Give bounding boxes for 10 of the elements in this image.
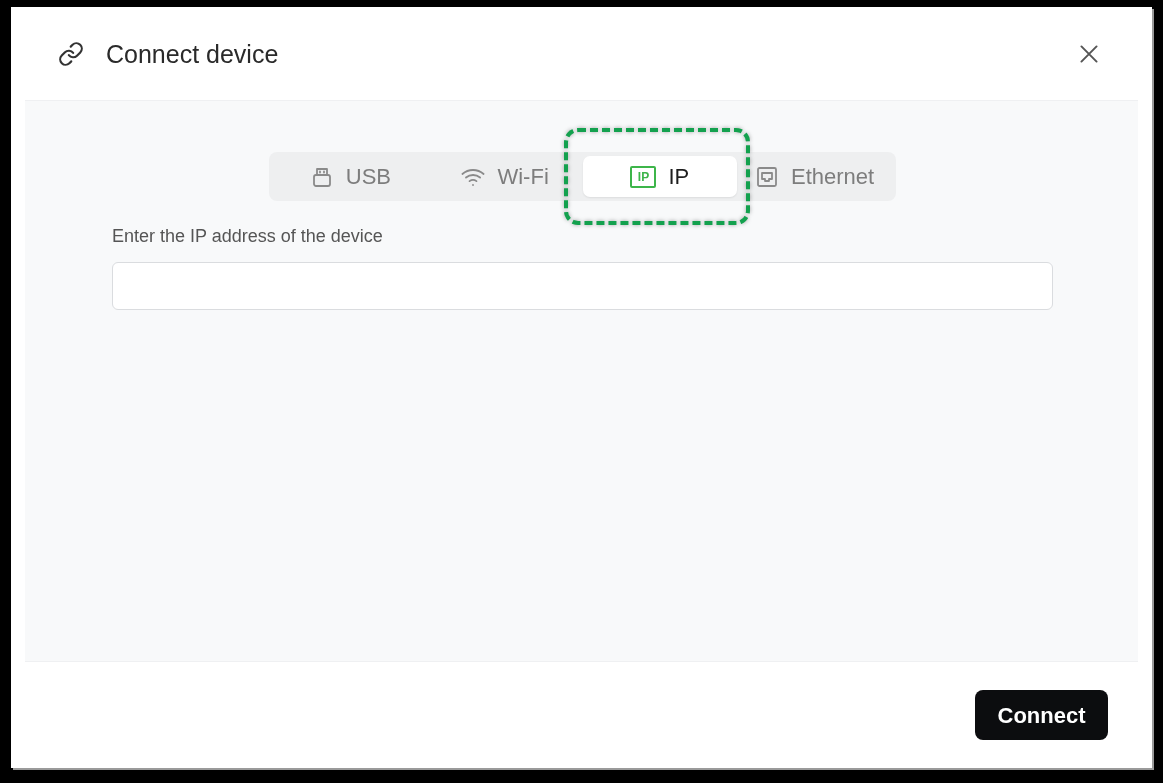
link-icon xyxy=(58,40,84,67)
input-field[interactable] xyxy=(112,262,1053,310)
field-label: Enter the IP address of the device xyxy=(112,225,384,248)
network-port-icon xyxy=(755,164,780,189)
connect-button[interactable]: Connect xyxy=(975,690,1108,740)
ip-tag-icon: IP xyxy=(630,165,657,188)
tab[interactable]: Wi-Fi xyxy=(427,156,583,197)
tab[interactable]: USB xyxy=(273,156,428,197)
tab[interactable]: Ethernet xyxy=(737,156,892,197)
dialog-title: Connect device xyxy=(106,38,279,69)
